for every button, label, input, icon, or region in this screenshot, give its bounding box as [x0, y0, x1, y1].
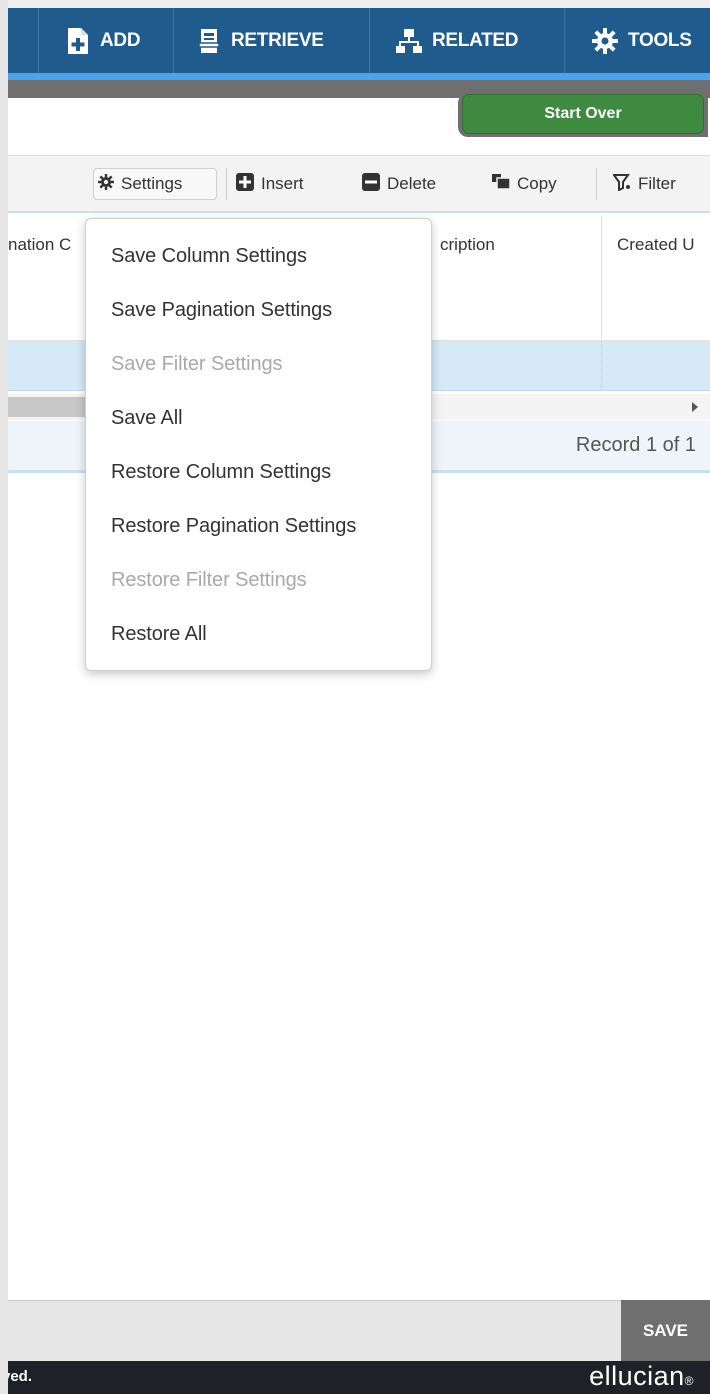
retrieve-icon — [197, 28, 221, 54]
settings-label: Settings — [121, 174, 183, 193]
copy-icon — [492, 173, 511, 195]
delete-minus-icon — [362, 172, 380, 196]
menu-item-save-all[interactable]: Save All — [111, 407, 183, 430]
left-edge — [0, 0, 8, 1394]
brand-logo: ellucian® — [589, 1361, 694, 1392]
insert-button[interactable]: Insert — [236, 156, 304, 212]
add-label: ADD — [100, 29, 141, 51]
copy-label: Copy — [517, 174, 557, 193]
scroll-right-arrow-icon[interactable] — [692, 402, 698, 412]
tools-gear-icon — [592, 27, 618, 54]
top-toolbar: ADD RETRIEVE RELATED TOOLS — [8, 0, 710, 80]
delete-label: Delete — [387, 174, 437, 193]
retrieve-label: RETRIEVE — [231, 29, 324, 51]
related-icon — [396, 28, 422, 54]
record-count: Record 1 of 1 — [575, 434, 696, 456]
menu-item-save-pagination-settings[interactable]: Save Pagination Settings — [111, 299, 332, 322]
menu-item-save-column-settings[interactable]: Save Column Settings — [111, 245, 307, 268]
delete-button[interactable]: Delete — [362, 156, 436, 212]
copy-button[interactable]: Copy — [492, 156, 557, 212]
start-over-button[interactable]: Start Over — [462, 94, 704, 134]
insert-plus-icon — [236, 172, 254, 196]
brand-name: ellucian — [589, 1361, 685, 1391]
filter-button[interactable]: Filter — [612, 156, 676, 212]
add-button[interactable]: ADD — [66, 8, 141, 73]
column-header[interactable]: cription — [440, 215, 600, 341]
tools-label: TOOLS — [628, 29, 692, 51]
menu-item-save-filter-settings: Save Filter Settings — [111, 353, 283, 375]
column-header[interactable]: Created U — [617, 215, 710, 341]
settings-button[interactable]: Settings — [98, 156, 182, 212]
scrollbar-thumb[interactable] — [8, 397, 94, 417]
grid-toolbar: Settings Insert Delete Copy Filter — [8, 155, 710, 213]
footer-bar — [8, 1300, 710, 1361]
menu-item-restore-all[interactable]: Restore All — [111, 623, 207, 646]
retrieve-button[interactable]: RETRIEVE — [197, 8, 324, 73]
add-document-icon — [66, 27, 90, 55]
save-button[interactable]: SAVE — [621, 1300, 710, 1361]
insert-label: Insert — [261, 174, 304, 193]
tools-button[interactable]: TOOLS — [592, 8, 692, 73]
related-button[interactable]: RELATED — [396, 8, 519, 73]
brand-mark: ® — [684, 1374, 694, 1388]
menu-item-restore-column-settings[interactable]: Restore Column Settings — [111, 461, 331, 484]
settings-menu: Save Column Settings Save Pagination Set… — [85, 218, 432, 671]
related-label: RELATED — [432, 29, 519, 51]
bottom-bar: ved. ellucian® — [0, 1361, 710, 1394]
menu-item-restore-filter-settings: Restore Filter Settings — [111, 569, 307, 591]
filter-label: Filter — [638, 174, 676, 193]
menu-item-restore-pagination-settings[interactable]: Restore Pagination Settings — [111, 515, 356, 538]
filter-icon — [612, 173, 631, 196]
settings-gear-icon — [98, 173, 114, 195]
column-header[interactable]: nation C — [8, 215, 84, 341]
